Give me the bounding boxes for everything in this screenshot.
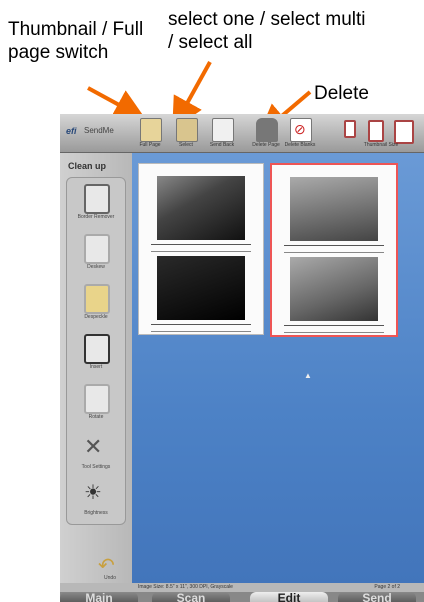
page-icon: [84, 184, 110, 214]
pointer-cursor-icon: ▲: [304, 371, 312, 380]
page-photo: [157, 176, 245, 240]
sidebar-item-despeckle[interactable]: Despeckle: [67, 280, 125, 328]
sidebar-item-label: Deskew: [87, 264, 105, 270]
sidebar-item-label: Brightness: [84, 510, 108, 516]
sidebar-item-label: Rotate: [88, 414, 104, 420]
page-photo: [290, 257, 378, 321]
medium-thumbnail-icon[interactable]: [368, 120, 384, 142]
thumbnail-toggle-button[interactable]: Full Page: [136, 116, 164, 148]
sidebar-panel: Border Remover Deskew Despeckle Insert R…: [66, 177, 126, 525]
sidebar-item-border-remover[interactable]: Border Remover: [67, 180, 125, 228]
undo-button[interactable]: ↶ Undo: [90, 553, 130, 583]
sidebar-item-label: Tool Settings: [81, 464, 111, 470]
sidebar-item-insert[interactable]: Insert: [67, 330, 125, 378]
large-thumbnail-icon[interactable]: [394, 120, 414, 144]
cleanup-sidebar: Clean up Border Remover Deskew Despeckle…: [60, 153, 132, 583]
send-back-button[interactable]: Send Back: [208, 116, 236, 148]
eraser-icon: [84, 284, 110, 314]
page-canvas[interactable]: ▲: [132, 153, 424, 583]
sidebar-item-brightness[interactable]: ☀ Brightness: [67, 476, 125, 524]
sidebar-item-tool-settings[interactable]: ✕ Tool Settings: [67, 430, 125, 478]
trash-icon: [256, 118, 278, 142]
page-thumbnail[interactable]: [138, 163, 264, 335]
page-caption: [284, 325, 384, 333]
no-icon: [290, 118, 312, 142]
small-thumbnail-icon[interactable]: [344, 120, 356, 138]
tab-edit[interactable]: Edit: [250, 592, 328, 602]
page-thumbnail-selected[interactable]: [270, 163, 398, 337]
page-counter: Page 2 of 2: [374, 584, 400, 590]
page-caption: [151, 244, 251, 252]
select-icon: [176, 118, 198, 142]
sidebar-item-rotate[interactable]: Rotate: [67, 380, 125, 428]
page-photo: [290, 177, 378, 241]
delete-blanks-button[interactable]: Delete Blanks: [285, 116, 315, 148]
device-screen: efi SendMe Full Page Select Send Back De…: [60, 114, 424, 602]
deskew-icon: [84, 234, 110, 264]
app-logo: efi: [66, 126, 77, 136]
sidebar-item-deskew[interactable]: Deskew: [67, 230, 125, 278]
tools-icon: ✕: [84, 434, 103, 459]
image-info: Image Size: 8.5" x 11", 300 DPI, Graysca…: [138, 584, 233, 590]
tab-send[interactable]: Send: [338, 592, 416, 602]
top-toolbar: efi SendMe Full Page Select Send Back De…: [60, 114, 424, 153]
delete-blanks-label: Delete Blanks: [284, 142, 316, 148]
page-photo: [157, 256, 245, 320]
tab-main[interactable]: Main: [60, 592, 138, 602]
tab-scan[interactable]: Scan: [152, 592, 230, 602]
page-icon: [212, 118, 234, 142]
sidebar-item-label: Insert: [89, 364, 103, 370]
page-view-icon: [140, 118, 162, 142]
brightness-icon: ☀: [84, 482, 102, 504]
sidebar-item-label: Despeckle: [84, 314, 108, 320]
delete-page-button[interactable]: Delete Page: [252, 116, 280, 148]
page-caption: [151, 324, 251, 332]
send-back-label: Send Back: [209, 142, 235, 148]
page-caption: [284, 245, 384, 253]
select-mode-button[interactable]: Select: [172, 116, 200, 148]
app-name: SendMe: [84, 126, 114, 135]
sidebar-title: Clean up: [68, 161, 107, 171]
thumbnail-size-label: Thumbnail Size: [363, 142, 399, 148]
thumbnail-size-control[interactable]: Thumbnail Size: [338, 116, 424, 148]
sidebar-item-label: Border Remover: [77, 214, 115, 220]
insert-icon: [84, 334, 110, 364]
rotate-icon: [84, 384, 110, 414]
bottom-tab-bar: Main Scan Edit Send: [60, 592, 424, 602]
undo-label: Undo: [104, 575, 116, 581]
